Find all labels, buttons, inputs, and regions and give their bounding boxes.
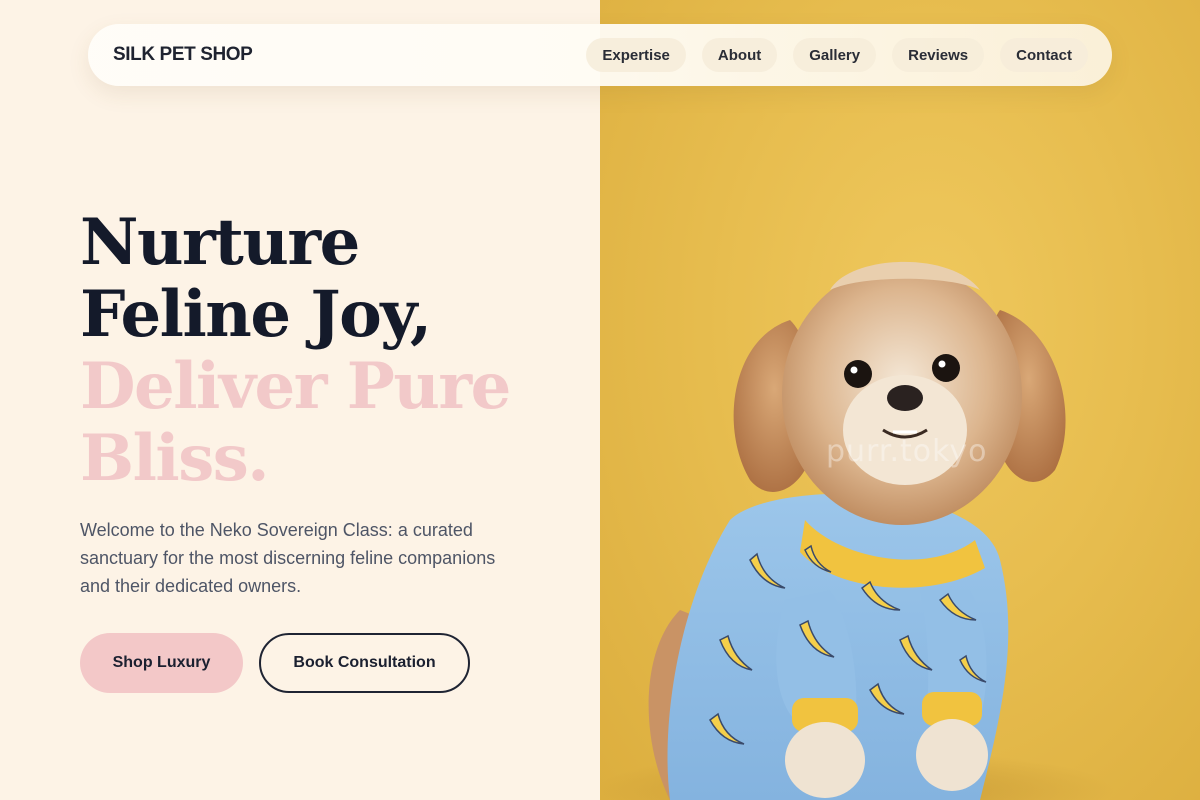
nav-item-reviews[interactable]: Reviews xyxy=(892,38,985,72)
nav-item-contact[interactable]: Contact xyxy=(1000,38,1088,72)
top-navbar: SILK PET SHOP Expertise About Gallery Re… xyxy=(88,24,1112,86)
shop-luxury-button[interactable]: Shop Luxury xyxy=(80,633,243,693)
headline-line-4: Bliss. xyxy=(80,421,270,496)
headline-line-2: Feline Joy, xyxy=(80,277,432,352)
hero-intro-text: Welcome to the Neko Sovereign Class: a c… xyxy=(80,520,496,596)
landing-page: Nurture Feline Joy, Deliver Pure Bliss. … xyxy=(0,0,1200,800)
hero-photo: purr.tokyo xyxy=(600,0,1200,800)
photo-watermark: purr.tokyo xyxy=(826,434,988,469)
nav-item-gallery[interactable]: Gallery xyxy=(793,38,877,72)
nav-item-expertise[interactable]: Expertise xyxy=(586,38,686,72)
hero-headline: Nurture Feline Joy, Deliver Pure Bliss. xyxy=(80,205,511,496)
nav-item-about[interactable]: About xyxy=(701,38,778,72)
headline-line-3: Deliver Pure xyxy=(80,349,511,424)
headline-line-1: Nurture xyxy=(80,205,360,280)
book-consultation-button[interactable]: Book Consultation xyxy=(259,633,470,693)
dog-photo-illustration xyxy=(600,261,1115,800)
brand-logo[interactable]: SILK PET SHOP xyxy=(113,44,253,66)
nav-links: Expertise About Gallery Reviews Contact xyxy=(586,38,1088,72)
hero-left-panel: Nurture Feline Joy, Deliver Pure Bliss. … xyxy=(0,0,600,800)
